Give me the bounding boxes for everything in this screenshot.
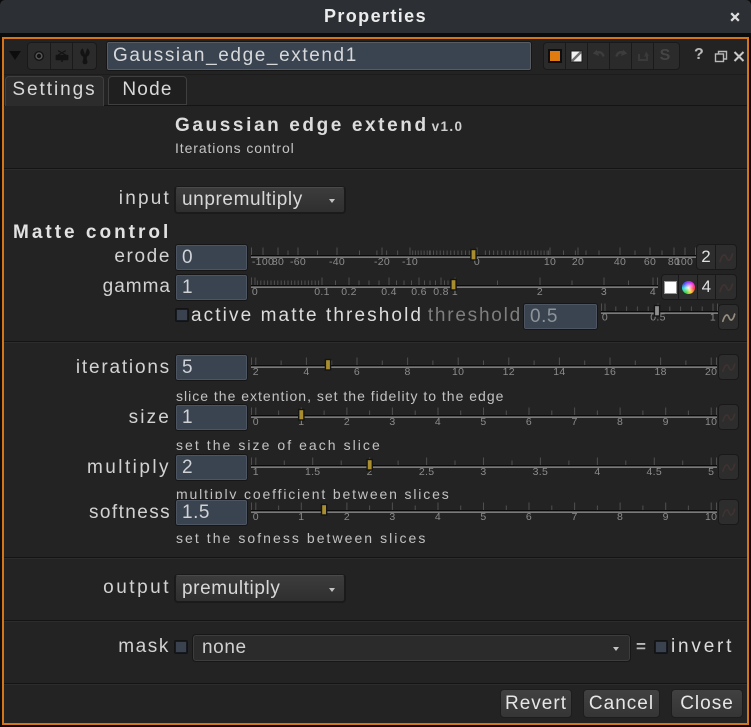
svg-text:0.1: 0.1 [314, 286, 330, 298]
svg-text:0: 0 [252, 286, 258, 298]
svg-text:16: 16 [604, 366, 616, 378]
svg-text:7: 7 [572, 416, 578, 428]
svg-text:-40: -40 [329, 256, 345, 268]
svg-text:10: 10 [544, 256, 556, 268]
svg-text:-20: -20 [374, 256, 390, 268]
svg-text:10: 10 [705, 416, 717, 428]
svg-text:100: 100 [675, 256, 693, 268]
svg-text:3: 3 [389, 511, 395, 523]
svg-text:9: 9 [663, 511, 669, 523]
svg-text:0: 0 [253, 416, 259, 428]
svg-text:60: 60 [644, 256, 656, 268]
svg-text:5: 5 [480, 511, 486, 523]
svg-text:18: 18 [654, 366, 666, 378]
svg-text:4: 4 [594, 466, 600, 478]
svg-text:1: 1 [253, 466, 259, 478]
svg-text:-60: -60 [290, 256, 306, 268]
svg-text:40: 40 [614, 256, 626, 268]
svg-text:2.5: 2.5 [419, 466, 435, 478]
svg-text:0: 0 [253, 511, 259, 523]
svg-text:14: 14 [553, 366, 565, 378]
svg-text:5: 5 [708, 466, 714, 478]
svg-text:2: 2 [344, 416, 350, 428]
svg-text:0.8: 0.8 [433, 286, 449, 298]
svg-text:4: 4 [435, 511, 441, 523]
svg-text:2: 2 [537, 286, 543, 298]
svg-text:9: 9 [663, 416, 669, 428]
svg-text:20: 20 [572, 256, 584, 268]
svg-text:3: 3 [601, 286, 607, 298]
svg-text:4: 4 [435, 416, 441, 428]
svg-text:0.6: 0.6 [411, 286, 427, 298]
svg-text:0: 0 [602, 312, 608, 324]
svg-text:20: 20 [705, 366, 717, 378]
svg-text:7: 7 [572, 511, 578, 523]
svg-text:4: 4 [303, 366, 309, 378]
svg-text:4: 4 [650, 286, 656, 298]
svg-text:0.2: 0.2 [341, 286, 357, 298]
svg-text:4.5: 4.5 [647, 466, 663, 478]
svg-text:6: 6 [526, 416, 532, 428]
svg-text:2: 2 [253, 366, 259, 378]
svg-text:8: 8 [405, 366, 411, 378]
svg-text:0.4: 0.4 [381, 286, 397, 298]
svg-text:5: 5 [480, 416, 486, 428]
svg-text:3: 3 [480, 466, 486, 478]
svg-text:80: 80 [272, 256, 284, 268]
svg-text:3: 3 [389, 416, 395, 428]
svg-text:10: 10 [452, 366, 464, 378]
svg-text:-100: -100 [252, 256, 274, 268]
svg-text:-10: -10 [402, 256, 418, 268]
svg-text:3.5: 3.5 [533, 466, 549, 478]
svg-text:8: 8 [617, 511, 623, 523]
svg-text:1.5: 1.5 [305, 466, 321, 478]
svg-text:1: 1 [298, 511, 304, 523]
svg-text:6: 6 [354, 366, 360, 378]
svg-text:1: 1 [710, 312, 716, 324]
svg-text:8: 8 [617, 416, 623, 428]
svg-text:10: 10 [705, 511, 717, 523]
svg-text:2: 2 [344, 511, 350, 523]
svg-text:6: 6 [526, 511, 532, 523]
svg-text:12: 12 [503, 366, 515, 378]
